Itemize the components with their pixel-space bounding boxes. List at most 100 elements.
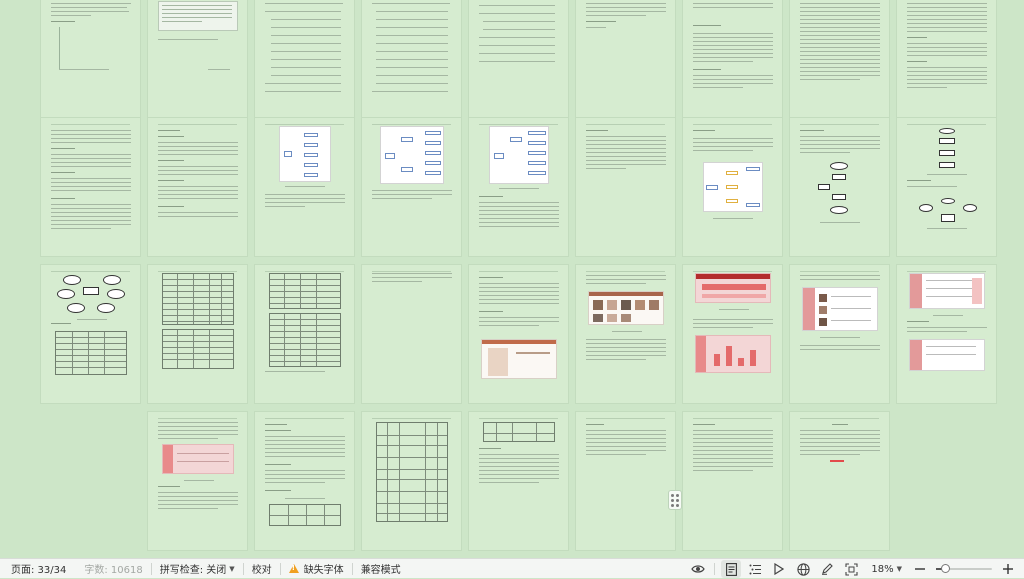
- page-12[interactable]: [254, 117, 355, 257]
- divider: [279, 562, 281, 575]
- web-layout-button[interactable]: [793, 560, 813, 578]
- zoom-out-button[interactable]: [910, 560, 930, 578]
- missing-font-button[interactable]: 缺失字体: [288, 559, 344, 579]
- word-count[interactable]: 字数: 10618: [84, 559, 142, 579]
- outline-view-button[interactable]: [745, 560, 765, 578]
- page-view-icon: [725, 562, 737, 576]
- figure: [481, 339, 557, 379]
- zoom-slider[interactable]: [936, 563, 992, 575]
- page-16[interactable]: [682, 117, 783, 257]
- page-25[interactable]: [682, 264, 783, 404]
- page-21[interactable]: [254, 264, 355, 404]
- page-2[interactable]: [147, 0, 248, 134]
- page-10[interactable]: [40, 117, 141, 257]
- outline-view-icon: [749, 564, 762, 574]
- chevron-down-icon: ▼: [896, 565, 902, 573]
- proofread-label: 校对: [251, 565, 272, 576]
- table: [162, 273, 234, 325]
- eye-protection-icon: [691, 565, 706, 573]
- figure: [909, 273, 985, 309]
- figure: [380, 126, 444, 184]
- drag-handle-icon[interactable]: [668, 490, 682, 510]
- divider: [242, 562, 244, 575]
- spell-check-toggle[interactable]: 拼写检查: 关闭 ▼: [160, 559, 235, 579]
- figure: [489, 126, 549, 184]
- play-button[interactable]: [769, 560, 789, 578]
- page-8[interactable]: [789, 0, 890, 134]
- page-20[interactable]: [147, 264, 248, 404]
- page-indicator-label: 页面: 33/34: [11, 565, 67, 576]
- page-32[interactable]: [575, 411, 676, 551]
- web-layout-icon: [797, 562, 810, 576]
- table: [269, 504, 341, 526]
- zoom-level-label: 18%: [871, 563, 894, 575]
- figure: [703, 162, 763, 212]
- pen-button[interactable]: [817, 560, 837, 578]
- page-31[interactable]: [468, 411, 569, 551]
- page-13[interactable]: [361, 117, 462, 257]
- missing-font-label: 缺失字体: [303, 565, 344, 576]
- figure: [802, 287, 878, 331]
- page-24[interactable]: [575, 264, 676, 404]
- figure: [695, 335, 771, 373]
- fit-page-button[interactable]: [841, 560, 861, 578]
- compat-mode-indicator[interactable]: 兼容模式: [361, 559, 401, 579]
- zoom-out-icon: [915, 568, 925, 570]
- view-tools: 18% ▼: [686, 559, 1024, 579]
- page-19[interactable]: [40, 264, 141, 404]
- spell-check-label: 拼写检查: 关闭: [159, 565, 227, 576]
- compat-mode-label: 兼容模式: [360, 565, 401, 576]
- divider: [714, 563, 716, 575]
- figure: [695, 273, 771, 303]
- page-7[interactable]: [682, 0, 783, 134]
- page-33[interactable]: [682, 411, 783, 551]
- page-view-button[interactable]: [721, 560, 742, 578]
- zoom-in-button[interactable]: [998, 560, 1018, 578]
- page-27[interactable]: [896, 264, 997, 404]
- page-3[interactable]: [254, 0, 355, 134]
- page-17[interactable]: [789, 117, 890, 257]
- page-23[interactable]: [468, 264, 569, 404]
- table: [269, 313, 341, 367]
- document-workspace[interactable]: [0, 0, 1024, 558]
- page-34[interactable]: [789, 411, 890, 551]
- fit-page-icon: [845, 562, 858, 576]
- play-icon: [774, 563, 785, 575]
- eye-protection-button[interactable]: [688, 560, 708, 578]
- table: [376, 422, 448, 522]
- zoom-in-icon: [1003, 564, 1013, 574]
- zoom-slider-knob[interactable]: [941, 564, 950, 573]
- pen-icon: [822, 563, 834, 575]
- zoom-level[interactable]: 18% ▼: [871, 564, 902, 575]
- figure: [909, 339, 985, 371]
- page-30[interactable]: [361, 411, 462, 551]
- figure: [162, 444, 234, 474]
- page-1[interactable]: [40, 0, 141, 134]
- page-15[interactable]: [575, 117, 676, 257]
- proofread-button[interactable]: 校对: [252, 559, 272, 579]
- warning-icon: [288, 564, 299, 573]
- divider: [351, 562, 353, 575]
- table: [269, 273, 341, 309]
- page-29[interactable]: [254, 411, 355, 551]
- page-26[interactable]: [789, 264, 890, 404]
- page-22[interactable]: [361, 264, 462, 404]
- figure: [588, 291, 664, 325]
- page-11[interactable]: [147, 117, 248, 257]
- table: [162, 329, 234, 369]
- page-4[interactable]: [361, 0, 462, 134]
- page-9[interactable]: [896, 0, 997, 134]
- page-6[interactable]: [575, 0, 676, 134]
- page-5[interactable]: [468, 0, 569, 134]
- table: [55, 331, 127, 375]
- word-count-label: 字数: 10618: [84, 565, 143, 576]
- status-bar: 页面: 33/34 字数: 10618 拼写检查: 关闭 ▼ 校对 缺失字体 兼…: [0, 558, 1024, 578]
- divider: [150, 562, 152, 575]
- page-18[interactable]: [896, 117, 997, 257]
- table: [483, 422, 555, 442]
- chevron-down-icon: ▼: [229, 564, 235, 573]
- figure: [279, 126, 331, 182]
- page-indicator[interactable]: 页面: 33/34: [11, 559, 66, 579]
- page-14[interactable]: [468, 117, 569, 257]
- page-28[interactable]: [147, 411, 248, 551]
